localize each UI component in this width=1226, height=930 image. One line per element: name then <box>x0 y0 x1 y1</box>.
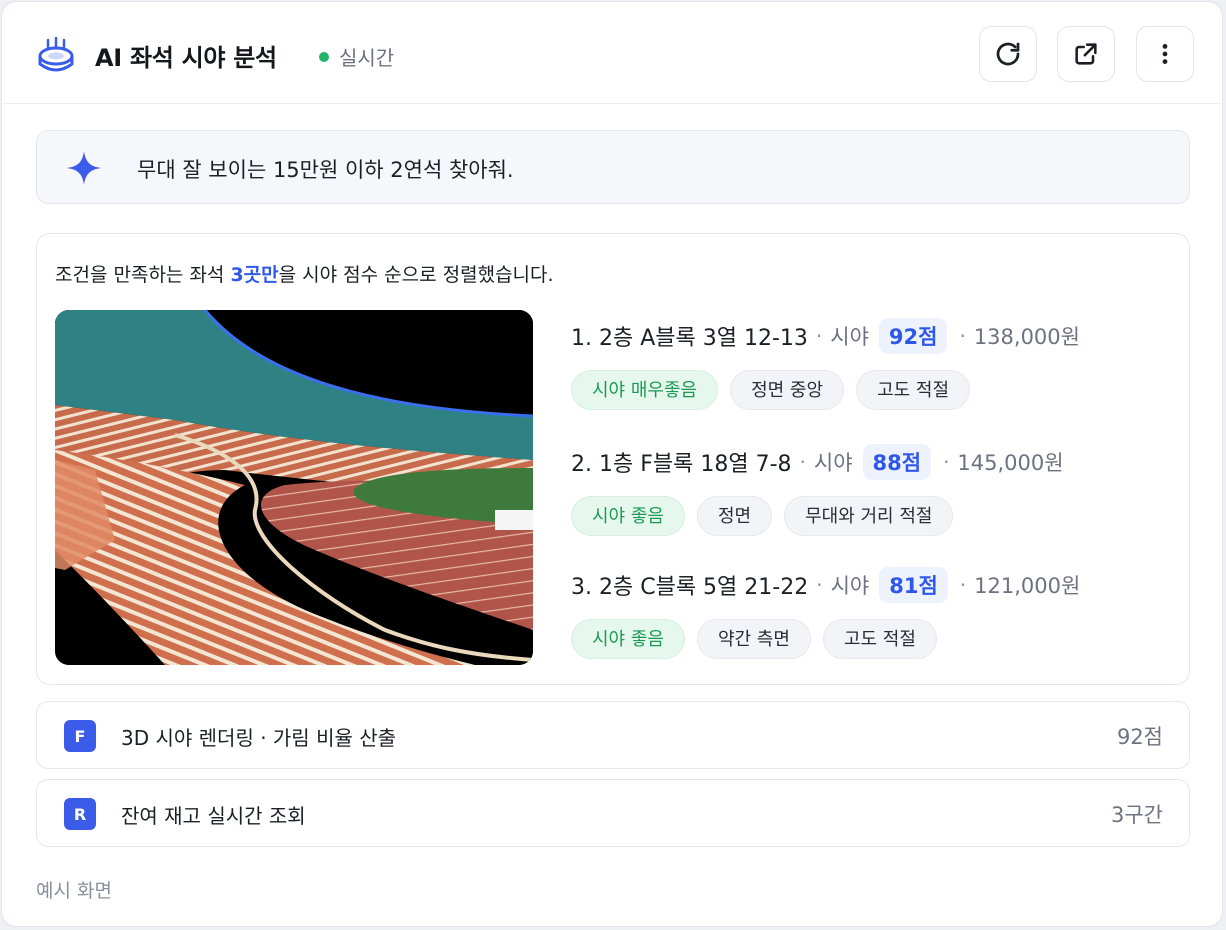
separator-dot: · <box>943 450 950 474</box>
tag-view-quality: 시야 좋음 <box>571 496 685 536</box>
more-vertical-icon <box>1162 44 1168 64</box>
tag-position: 약간 측면 <box>696 619 811 659</box>
tool-badge: R <box>64 798 96 830</box>
tool-badge: F <box>64 720 96 752</box>
summary-prefix: 조건을 만족하는 좌석 <box>55 264 231 286</box>
tag-view-quality: 시야 좋음 <box>571 619 685 659</box>
separator-dot: · <box>799 450 806 474</box>
seat-analysis-card: AI 좌석 시야 분석 실시간 무대 잘 보이는 15만원 이하 2연석 찾아줘… <box>1 1 1223 927</box>
tool-label: 3D 시야 렌더링 · 가림 비율 산출 <box>121 726 397 750</box>
view-score-badge: 92점 <box>878 318 948 354</box>
more-options-button[interactable] <box>1136 26 1194 82</box>
stadium-icon <box>38 36 74 72</box>
tag-attribute: 고도 적절 <box>822 619 937 659</box>
tag-attribute: 고도 적절 <box>856 370 971 410</box>
live-dot-icon <box>319 51 329 62</box>
tool-step-render[interactable]: F 3D 시야 렌더링 · 가림 비율 산출 92점 <box>36 701 1190 769</box>
external-link-icon <box>1075 43 1097 65</box>
seat-option-2[interactable]: 2. 1층 F블록 18열 7-8 · 시야 88점 · 145,000원 시야… <box>571 444 1064 536</box>
footer-note: 예시 화면 <box>36 880 112 902</box>
view-score-badge: 81점 <box>879 567 948 603</box>
user-prompt: 무대 잘 보이는 15만원 이하 2연석 찾아줘. <box>36 130 1190 204</box>
seat-name: 3. 2층 C블록 5열 21-22 <box>571 575 809 600</box>
seat-tags: 시야 좋음 정면 무대와 거리 적절 <box>571 496 1064 536</box>
seat-option-3[interactable]: 3. 2층 C블록 5열 21-22 · 시야 81점 · 121,000원 시… <box>571 567 1080 659</box>
sparkle-icon <box>67 151 101 185</box>
view-label: 시야 <box>830 325 869 349</box>
seat-price: 145,000원 <box>957 451 1064 475</box>
result-summary: 조건을 만족하는 좌석 3곳만을 시야 점수 순으로 정렬했습니다. <box>55 260 554 287</box>
view-label: 시야 <box>813 451 853 475</box>
tag-view-quality: 시야 매우좋음 <box>571 370 719 410</box>
stadium-view-render <box>55 310 533 665</box>
result-panel: 조건을 만족하는 좌석 3곳만을 시야 점수 순으로 정렬했습니다. 1. 2층… <box>36 233 1190 685</box>
seat-tags: 시야 매우좋음 정면 중앙 고도 적절 <box>571 370 1080 410</box>
refresh-icon <box>996 42 1020 66</box>
seat-name: 1. 2층 A블록 3열 12-13 <box>571 326 808 351</box>
tool-label: 잔여 재고 실시간 조회 <box>121 804 306 828</box>
live-status-label: 실시간 <box>339 46 395 70</box>
prompt-text: 무대 잘 보이는 15만원 이하 2연석 찾아줘. <box>137 158 514 182</box>
view-score-badge: 88점 <box>862 444 932 480</box>
tool-value: 3구간 <box>1110 803 1163 827</box>
separator-dot: · <box>815 324 823 348</box>
summary-highlight: 3곳만 <box>230 264 279 286</box>
seat-option-1[interactable]: 1. 2층 A블록 3열 12-13 · 시야 92점 · 138,000원 시… <box>571 318 1080 410</box>
seat-tags: 시야 좋음 약간 측면 고도 적절 <box>571 619 1080 659</box>
seat-price: 121,000원 <box>974 574 1081 598</box>
tag-attribute: 무대와 거리 적절 <box>784 496 954 536</box>
seat-name: 2. 1층 F블록 18열 7-8 <box>571 452 792 477</box>
view-label: 시야 <box>830 574 870 598</box>
refresh-button[interactable] <box>979 26 1037 82</box>
summary-suffix: 을 시야 점수 순으로 정렬했습니다. <box>278 264 554 286</box>
tag-position: 정면 <box>696 496 773 536</box>
separator-dot: · <box>816 573 823 597</box>
separator-dot: · <box>959 573 967 597</box>
seat-price: 138,000원 <box>973 325 1080 349</box>
tool-value: 92점 <box>1116 725 1163 749</box>
open-external-button[interactable] <box>1057 26 1115 82</box>
tool-step-inventory[interactable]: R 잔여 재고 실시간 조회 3구간 <box>36 779 1190 847</box>
separator-dot: · <box>959 324 966 348</box>
tag-position: 정면 중앙 <box>730 370 845 410</box>
page-title: AI 좌석 시야 분석 <box>95 44 277 72</box>
header: AI 좌석 시야 분석 실시간 <box>2 2 1222 104</box>
live-status: 실시간 <box>319 42 394 71</box>
